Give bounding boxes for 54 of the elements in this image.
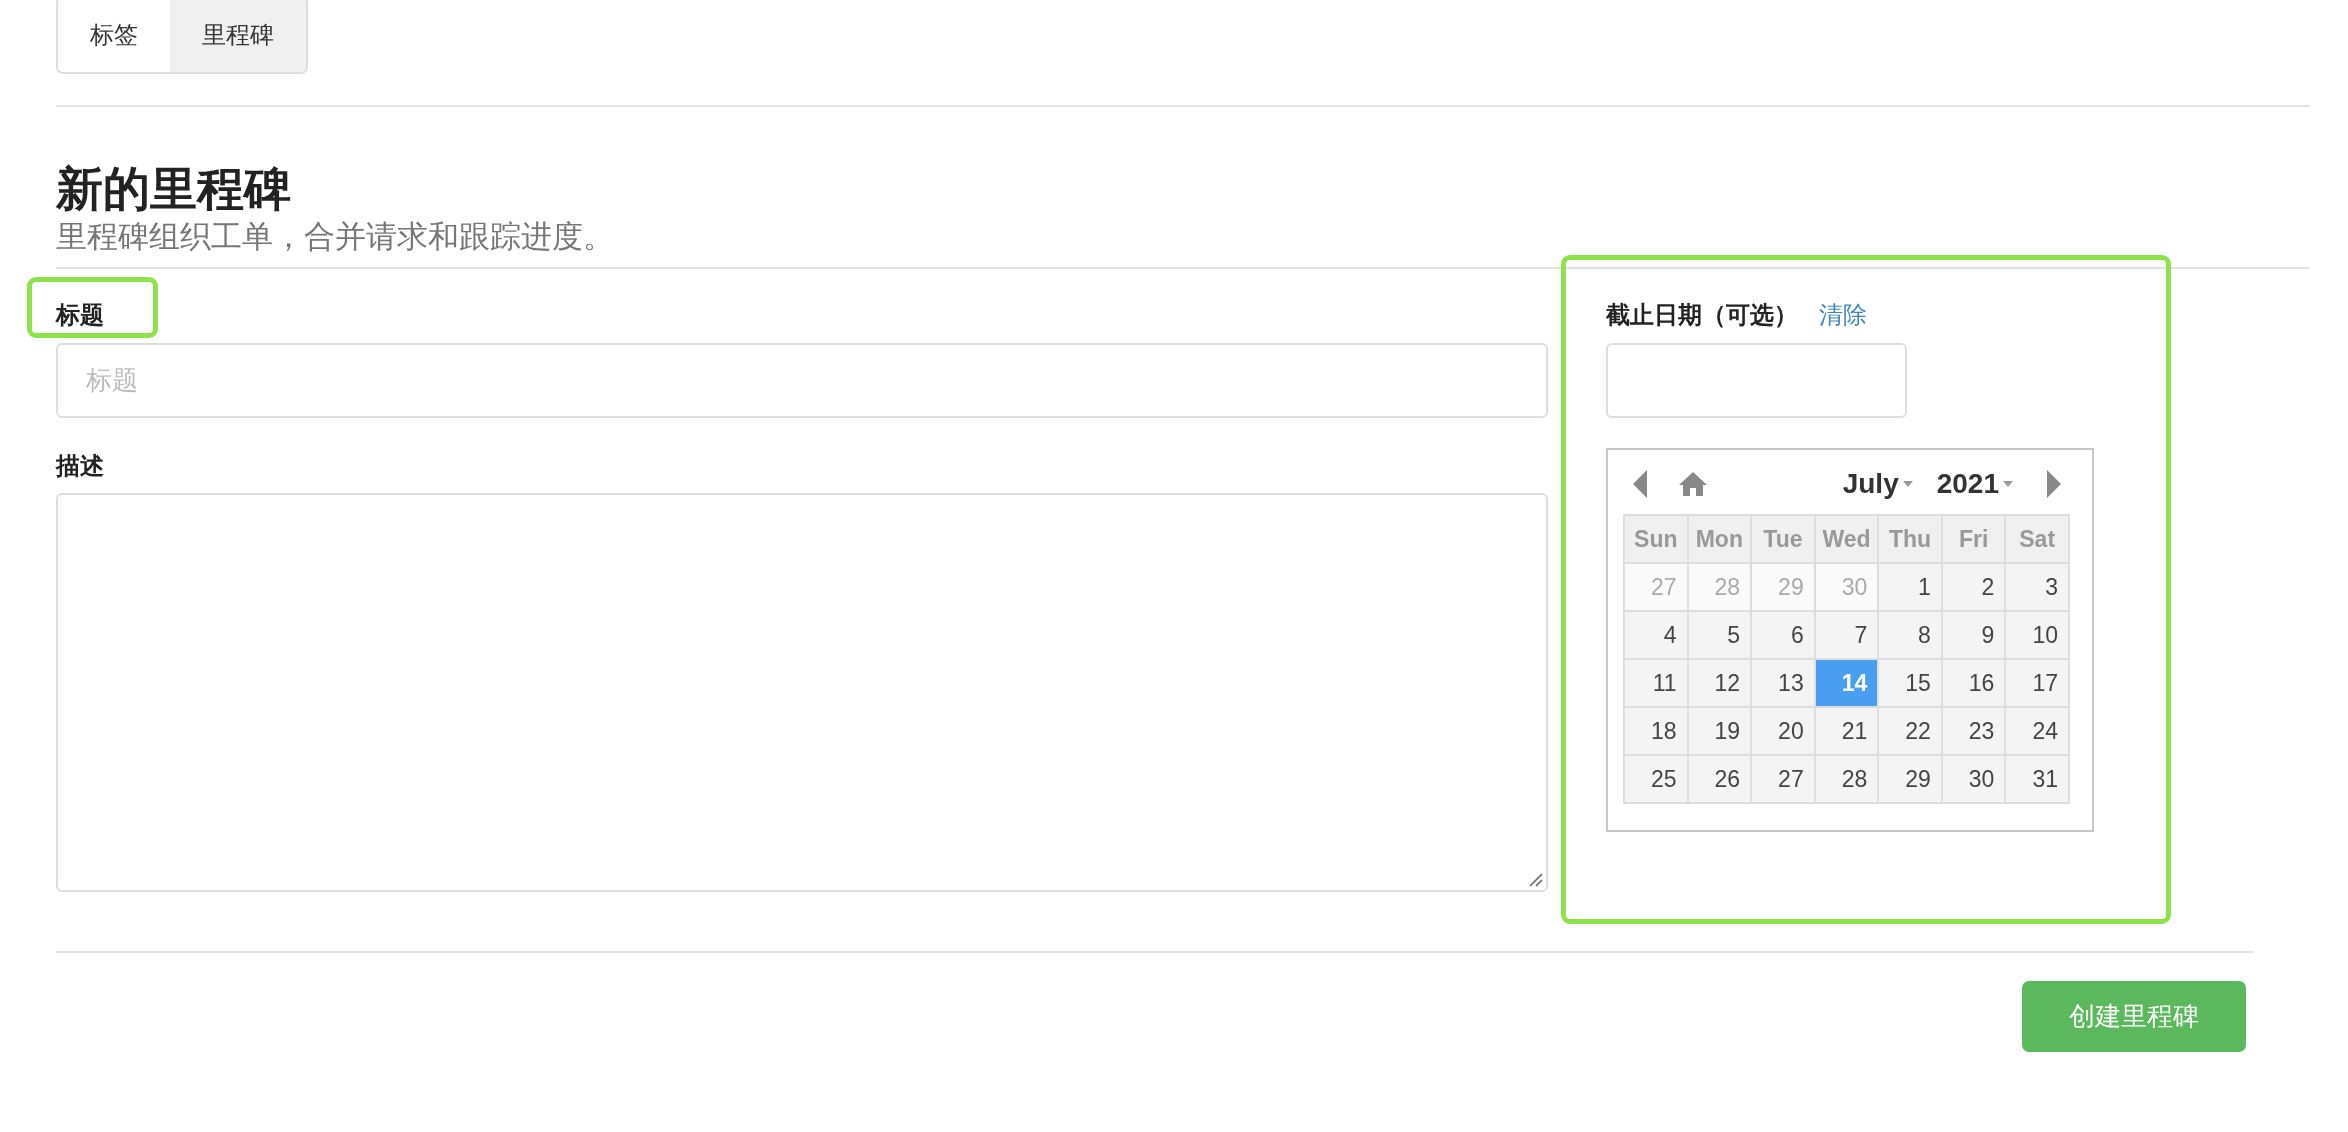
home-icon[interactable] [1678, 471, 1708, 497]
calendar-day[interactable]: 18 [1624, 707, 1688, 755]
calendar-day[interactable]: 3 [2005, 563, 2069, 611]
weekday-header: Fri [1941, 515, 2006, 563]
calendar-day[interactable]: 10 [2005, 611, 2069, 659]
calendar-day[interactable]: 26 [1687, 755, 1752, 803]
calendar-day[interactable]: 12 [1687, 659, 1752, 707]
tab[interactable]: 里程碑 [170, 0, 306, 72]
calendar-day[interactable]: 9 [1941, 611, 2006, 659]
calendar-day[interactable]: 1 [1878, 563, 1942, 611]
date-input[interactable] [1606, 343, 1907, 418]
calendar-day[interactable]: 2 [1941, 563, 2006, 611]
calendar-day[interactable]: 27 [1751, 755, 1815, 803]
calendar-day[interactable]: 7 [1814, 611, 1879, 659]
calendar-day[interactable]: 28 [1814, 755, 1879, 803]
weekday-header: Mon [1687, 515, 1752, 563]
calendar-day[interactable]: 29 [1878, 755, 1942, 803]
calendar-day[interactable]: 25 [1624, 755, 1688, 803]
calendar-day[interactable]: 30 [1941, 755, 2006, 803]
calendar-day[interactable]: 8 [1878, 611, 1942, 659]
calendar-day[interactable]: 24 [2005, 707, 2069, 755]
caret-down-icon [2003, 481, 2013, 487]
calendar-day[interactable]: 15 [1878, 659, 1942, 707]
resize-grip-icon[interactable] [1529, 873, 1543, 887]
page-subtitle: 里程碑组织工单，合并请求和跟踪进度。 [56, 219, 614, 255]
calendar-day[interactable]: 4 [1624, 611, 1688, 659]
weekday-header: Wed [1814, 515, 1879, 563]
caret-left-icon[interactable] [1633, 470, 1647, 498]
calendar-day[interactable]: 6 [1751, 611, 1815, 659]
title-input[interactable]: 标题 [56, 343, 1548, 418]
calendar-day[interactable]: 22 [1878, 707, 1942, 755]
year-dropdown[interactable]: 2021 [1936, 468, 2013, 500]
month-dropdown[interactable]: July [1842, 468, 1913, 500]
weekday-header: Thu [1878, 515, 1942, 563]
calendar-day[interactable]: 23 [1941, 707, 2006, 755]
calendar-day[interactable]: 19 [1687, 707, 1752, 755]
field-label: 截止日期（可选） [1606, 300, 1798, 330]
calendar-day[interactable]: 5 [1687, 611, 1752, 659]
caret-down-icon [1902, 481, 1913, 487]
caret-right-icon[interactable] [2047, 470, 2061, 498]
calendar-day[interactable]: 11 [1624, 659, 1688, 707]
weekday-header: Tue [1751, 515, 1815, 563]
field-label: 描述 [56, 451, 104, 481]
weekday-header: Sat [2005, 515, 2069, 563]
page-heading: 新的里程碑 [56, 162, 291, 216]
calendar-day[interactable]: 13 [1751, 659, 1815, 707]
calendar-day[interactable]: 16 [1941, 659, 2006, 707]
calendar-day[interactable]: 20 [1751, 707, 1815, 755]
calendar-day[interactable]: 21 [1814, 707, 1879, 755]
weekday-header: Sun [1624, 515, 1688, 563]
calendar-day[interactable]: 31 [2005, 755, 2069, 803]
field-label: 标题 [56, 300, 104, 330]
calendar-day[interactable]: 17 [2005, 659, 2069, 707]
clear-link[interactable]: 清除 [1819, 298, 1867, 332]
